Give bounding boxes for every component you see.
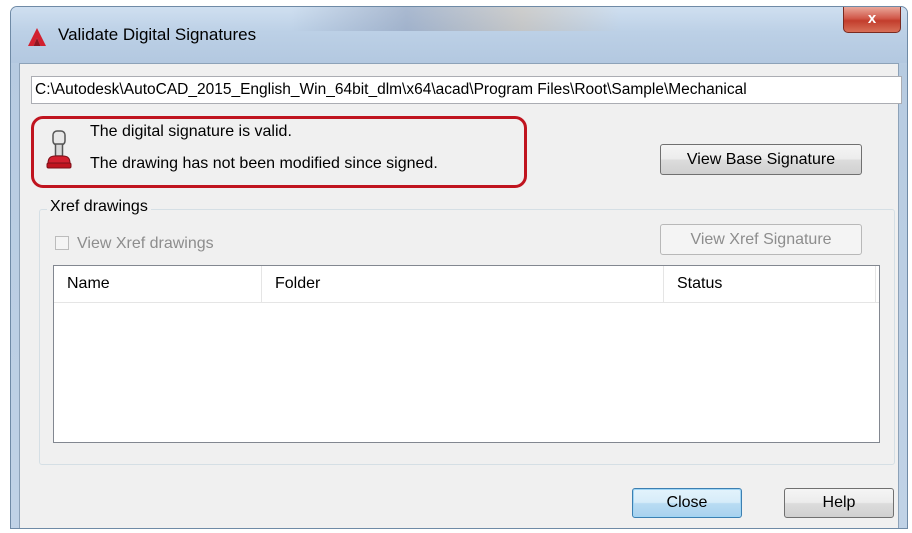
xref-list[interactable]: Name Folder Status: [53, 265, 880, 443]
drawing-unmodified-text: The drawing has not been modified since …: [90, 155, 438, 172]
title-bar-glow: [291, 7, 621, 31]
checkbox-box[interactable]: [55, 236, 69, 250]
stamp-icon: [46, 130, 72, 169]
close-window-button[interactable]: x: [843, 7, 901, 33]
xref-list-header: Name Folder Status: [54, 266, 879, 303]
view-base-signature-button[interactable]: View Base Signature: [660, 144, 862, 175]
window-title: Validate Digital Signatures: [58, 25, 257, 44]
view-xref-signature-button[interactable]: View Xref Signature: [660, 224, 862, 255]
column-header-name[interactable]: Name: [54, 266, 262, 302]
column-header-folder[interactable]: Folder: [262, 266, 664, 302]
close-icon: x: [867, 10, 877, 27]
column-header-status[interactable]: Status: [664, 266, 876, 302]
dialog-client-area: C:\Autodesk\AutoCAD_2015_English_Win_64b…: [19, 63, 902, 528]
title-bar[interactable]: Validate Digital Signatures x: [11, 7, 907, 63]
help-button[interactable]: Help: [784, 488, 894, 518]
close-button[interactable]: Close: [632, 488, 742, 518]
validate-signatures-dialog: Validate Digital Signatures x C:\Autodes…: [10, 6, 908, 529]
signature-status-panel: The digital signature is valid. The draw…: [31, 116, 527, 188]
autocad-icon: [28, 28, 46, 46]
drawing-path-field[interactable]: C:\Autodesk\AutoCAD_2015_English_Win_64b…: [31, 76, 902, 104]
view-xref-drawings-label: View Xref drawings: [77, 235, 214, 252]
signature-valid-text: The digital signature is valid.: [90, 123, 292, 140]
xref-group-label: Xref drawings: [47, 198, 151, 216]
